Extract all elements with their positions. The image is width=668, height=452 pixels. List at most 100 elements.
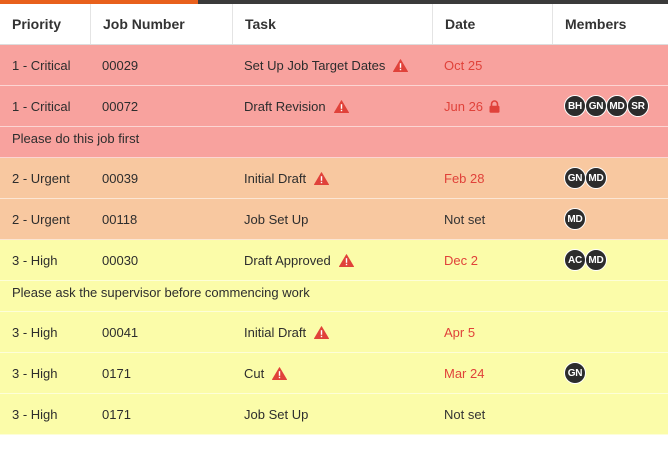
members-cell: AC MD xyxy=(552,240,668,280)
avatar[interactable]: AC xyxy=(564,249,586,271)
table-row[interactable]: 3 - High 00030 Draft Approved Dec 2 AC MD xyxy=(0,240,668,281)
date-label: Feb 28 xyxy=(444,170,485,186)
members-cell: GN MD xyxy=(552,158,668,198)
members-cell: BH GN MD SR xyxy=(552,86,668,126)
member-avatars: MD xyxy=(564,208,586,230)
date-label: Jun 26 xyxy=(444,98,484,114)
date-label: Not set xyxy=(444,211,486,227)
task-cell: Cut xyxy=(232,353,432,393)
date-cell: Not set xyxy=(432,394,552,434)
job-number-cell: 00118 xyxy=(102,211,138,227)
table-row[interactable]: 2 - Urgent 00039 Initial Draft Feb 28 GN MD xyxy=(0,158,668,199)
avatar[interactable]: GN xyxy=(585,95,607,117)
job-row-group[interactable]: 1 - Critical 00029 Set Up Job Target Dates… xyxy=(0,45,668,86)
avatar[interactable]: MD xyxy=(585,167,607,189)
table-row[interactable]: 1 - Critical 00029 Set Up Job Target Dates… xyxy=(0,45,668,86)
column-header-priority[interactable]: Priority xyxy=(0,4,90,44)
task-cell: Initial Draft xyxy=(232,158,432,198)
date-cell: Apr 5 xyxy=(432,312,552,352)
table-row[interactable]: 3 - High 0171 Cut Mar 24 GN xyxy=(0,353,668,394)
job-number-cell: 0171 xyxy=(102,406,131,422)
task-label: Draft Revision xyxy=(244,98,326,114)
task-label: Cut xyxy=(244,365,265,381)
task-label: Initial Draft xyxy=(244,170,307,186)
warning-icon xyxy=(333,99,349,113)
job-row-group[interactable]: 3 - High 00041 Initial Draft Apr 5 xyxy=(0,312,668,353)
table-row[interactable]: 2 - Urgent 00118 Job Set Up Not set MD xyxy=(0,199,668,240)
priority-cell: 1 - Critical xyxy=(12,98,71,114)
member-avatars: AC MD xyxy=(564,249,607,271)
jobs-table: Priority Job Number Task Date Members 1 … xyxy=(0,4,668,435)
job-row-group[interactable]: 3 - High 00030 Draft Approved Dec 2 AC MD Plea… xyxy=(0,240,668,312)
member-avatars: GN MD xyxy=(564,167,607,189)
date-cell: Feb 28 xyxy=(432,158,552,198)
job-number-cell: 00041 xyxy=(102,324,139,340)
priority-cell: 1 - Critical xyxy=(12,57,71,73)
avatar[interactable]: MD xyxy=(585,249,607,271)
task-label: Initial Draft xyxy=(244,324,307,340)
task-label: Job Set Up xyxy=(244,211,309,227)
job-row-group[interactable]: 3 - High 0171 Cut Mar 24 GN xyxy=(0,353,668,394)
task-label: Job Set Up xyxy=(244,406,309,422)
job-number-cell: 00072 xyxy=(102,98,139,114)
priority-cell: 3 - High xyxy=(12,252,58,268)
task-cell: Initial Draft xyxy=(232,312,432,352)
date-label: Mar 24 xyxy=(444,365,485,381)
date-cell: Dec 2 xyxy=(432,240,552,280)
date-label: Not set xyxy=(444,406,486,422)
priority-cell: 3 - High xyxy=(12,365,58,381)
date-label: Apr 5 xyxy=(444,324,476,340)
members-cell: GN xyxy=(552,353,668,393)
avatar[interactable]: GN xyxy=(564,167,586,189)
members-cell xyxy=(552,394,668,434)
job-number-cell: 00030 xyxy=(102,252,139,268)
date-cell: Not set xyxy=(432,199,552,239)
column-header-task[interactable]: Task xyxy=(232,4,432,44)
table-body: 1 - Critical 00029 Set Up Job Target Dates… xyxy=(0,45,668,435)
job-number-cell: 00029 xyxy=(102,57,139,73)
avatar[interactable]: GN xyxy=(564,362,586,384)
table-row[interactable]: 3 - High 00041 Initial Draft Apr 5 xyxy=(0,312,668,353)
job-number-cell: 0171 xyxy=(102,365,131,381)
avatar[interactable]: BH xyxy=(564,95,586,117)
avatar[interactable]: MD xyxy=(564,208,586,230)
job-row-group[interactable]: 2 - Urgent 00118 Job Set Up Not set MD xyxy=(0,199,668,240)
task-label: Set Up Job Target Dates xyxy=(244,57,386,73)
date-label: Oct 25 xyxy=(444,57,483,73)
job-number-cell: 00039 xyxy=(102,170,139,186)
task-cell: Job Set Up xyxy=(232,199,432,239)
avatar[interactable]: SR xyxy=(627,95,649,117)
members-cell xyxy=(552,312,668,352)
job-row-group[interactable]: 1 - Critical 00072 Draft Revision Jun 26 BH G… xyxy=(0,86,668,158)
priority-cell: 2 - Urgent xyxy=(12,170,70,186)
priority-cell: 3 - High xyxy=(12,406,58,422)
warning-icon xyxy=(393,58,409,72)
date-cell: Mar 24 xyxy=(432,353,552,393)
task-cell: Draft Revision xyxy=(232,86,432,126)
task-cell: Set Up Job Target Dates xyxy=(232,45,432,85)
date-label: Dec 2 xyxy=(444,252,478,268)
members-cell xyxy=(552,45,668,85)
task-label: Draft Approved xyxy=(244,252,331,268)
column-header-date[interactable]: Date xyxy=(432,4,552,44)
member-avatars: GN xyxy=(564,362,586,384)
task-cell: Job Set Up xyxy=(232,394,432,434)
member-avatars: BH GN MD SR xyxy=(564,95,649,117)
table-row[interactable]: 3 - High 0171 Job Set Up Not set xyxy=(0,394,668,435)
column-header-job-number[interactable]: Job Number xyxy=(90,4,232,44)
job-row-group[interactable]: 2 - Urgent 00039 Initial Draft Feb 28 GN MD xyxy=(0,158,668,199)
date-cell: Oct 25 xyxy=(432,45,552,85)
priority-cell: 3 - High xyxy=(12,324,58,340)
date-cell: Jun 26 xyxy=(432,86,552,126)
job-row-group[interactable]: 3 - High 0171 Job Set Up Not set xyxy=(0,394,668,435)
priority-cell: 2 - Urgent xyxy=(12,211,70,227)
avatar[interactable]: MD xyxy=(606,95,628,117)
column-header-members[interactable]: Members xyxy=(552,4,668,44)
table-header: Priority Job Number Task Date Members xyxy=(0,4,668,45)
table-row[interactable]: 1 - Critical 00072 Draft Revision Jun 26 BH G… xyxy=(0,86,668,127)
members-cell: MD xyxy=(552,199,668,239)
task-cell: Draft Approved xyxy=(232,240,432,280)
warning-icon xyxy=(314,171,330,185)
warning-icon xyxy=(338,253,354,267)
warning-icon xyxy=(314,325,330,339)
